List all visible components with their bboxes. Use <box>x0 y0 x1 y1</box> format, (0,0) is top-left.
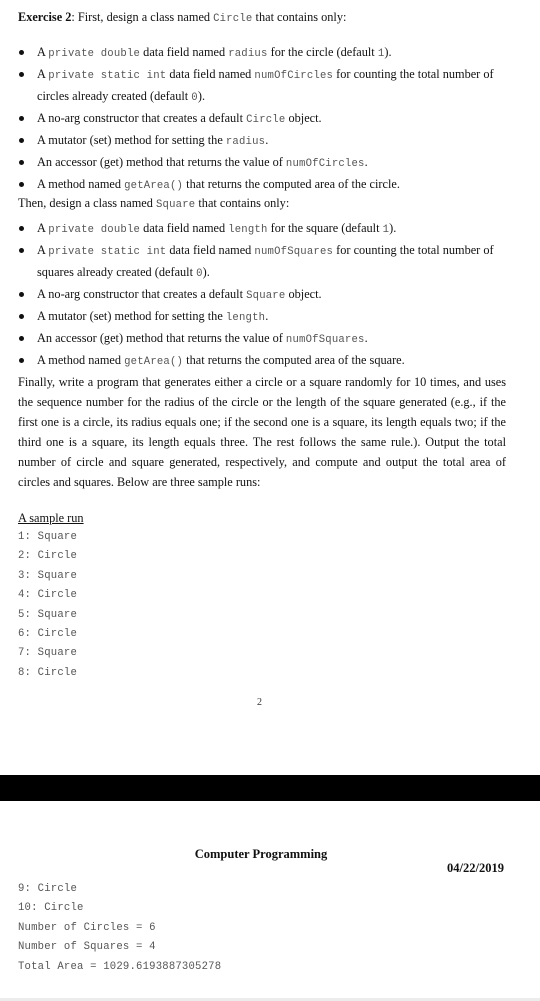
text-fragment: A <box>37 243 49 257</box>
text-fragment: object. <box>285 287 322 301</box>
output-line: 7: Square <box>18 647 78 660</box>
code-snippet: radius <box>228 48 268 60</box>
output-line: 9: Circle <box>18 883 78 895</box>
output-line: 3: Square <box>18 569 78 582</box>
requirement-item: A private static int data field named nu… <box>0 64 507 108</box>
text-fragment: An accessor (get) method that returns th… <box>37 155 286 169</box>
text-fragment: ). <box>202 265 210 279</box>
code-snippet: private static int <box>48 246 167 258</box>
requirement-item: A private double data field named length… <box>0 218 507 240</box>
page-separator <box>0 775 540 801</box>
text-fragment: . <box>265 133 269 147</box>
text-fragment: An accessor (get) method that returns th… <box>37 331 286 345</box>
output-line: 6: Circle <box>18 627 78 640</box>
requirement-item: A mutator (set) method for setting the l… <box>0 306 507 328</box>
page-header-date: 04/22/2019 <box>447 861 504 875</box>
output-line: 4: Circle <box>18 589 78 602</box>
intro-text: : First, design a class named <box>71 10 214 24</box>
output-line: Number of Circles = 6 <box>18 921 156 934</box>
exercise-heading: Exercise 2: First, design a class named … <box>18 7 506 29</box>
text-fragment: . <box>364 331 368 345</box>
output-line: Number of Squares = 4 <box>18 941 156 954</box>
text-fragment: A no-arg constructor that creates a defa… <box>37 111 247 125</box>
requirement-item: An accessor (get) method that returns th… <box>0 152 507 174</box>
code-snippet: length <box>225 312 266 324</box>
text-fragment: object. <box>285 111 322 125</box>
requirement-item: An accessor (get) method that returns th… <box>0 328 507 350</box>
requirement-item: A private static int data field named nu… <box>0 240 507 284</box>
text-fragment: A no-arg constructor that creates a defa… <box>37 287 247 301</box>
text-fragment: A <box>37 67 49 81</box>
square-intro: Then, design a class named Square that c… <box>18 193 506 215</box>
intro-text: Then, design a class named <box>18 196 156 210</box>
document-page-1: Exercise 2: First, design a class named … <box>0 0 540 775</box>
requirement-item: A no-arg constructor that creates a defa… <box>0 108 507 130</box>
text-fragment: for the square (default <box>267 221 383 235</box>
requirement-item: A method named getArea() that returns th… <box>0 350 507 372</box>
code-snippet: Circle <box>246 114 286 126</box>
code-snippet: numOfSquares <box>285 334 365 346</box>
sample-run-output-continued: 9: Circle 10: Circle Number of Circles = 6… <box>18 881 221 978</box>
text-fragment: data field named <box>140 45 229 59</box>
code-snippet: getArea() <box>124 356 184 368</box>
exercise-label: Exercise 2 <box>18 10 72 24</box>
text-fragment: . <box>265 309 269 323</box>
requirement-item: A no-arg constructor that creates a defa… <box>0 284 507 306</box>
text-fragment: A method named <box>37 177 125 191</box>
text-fragment: A mutator (set) method for setting the <box>37 309 226 323</box>
requirement-item: A mutator (set) method for setting the r… <box>0 130 507 152</box>
code-snippet: numOfCircles <box>285 158 365 170</box>
page-header-title: Computer Programming <box>194 847 328 861</box>
text-fragment: data field named <box>166 243 255 257</box>
text-fragment: A method named <box>37 353 125 367</box>
page-number: 2 <box>257 697 262 708</box>
output-line: Total Area = 1029.6193887305278 <box>18 960 222 973</box>
text-fragment: . <box>364 155 368 169</box>
output-line: 1: Square <box>18 531 78 543</box>
code-snippet: radius <box>225 136 266 148</box>
text-fragment: for the circle (default <box>267 45 378 59</box>
class-name-code: Square <box>155 199 196 211</box>
sample-run-title: A sample run <box>18 511 84 525</box>
text-fragment: ). <box>197 89 206 103</box>
code-snippet: private static int <box>48 70 167 82</box>
code-snippet: numOfCircles <box>254 70 334 82</box>
text-fragment: data field named <box>140 221 229 235</box>
code-snippet: Square <box>246 290 286 302</box>
code-snippet: getArea() <box>124 180 184 192</box>
program-description: Finally, write a program that generates … <box>18 375 506 489</box>
output-line: 10: Circle <box>18 902 84 915</box>
output-line: 8: Circle <box>18 666 78 679</box>
circle-requirements-list: A private double data field named radius… <box>0 42 520 196</box>
text-fragment: that returns the computed area of the sq… <box>183 353 405 367</box>
text-fragment: that returns the computed area of the ci… <box>183 177 400 191</box>
code-snippet: numOfSquares <box>254 246 334 258</box>
text-fragment: data field named <box>166 67 255 81</box>
square-requirements-list: A private double data field named length… <box>0 218 520 372</box>
intro-text-end: that contains only: <box>195 196 290 210</box>
output-line: 5: Square <box>18 608 78 621</box>
output-line: 2: Circle <box>18 550 78 563</box>
text-fragment: ). <box>384 45 392 59</box>
text-fragment: ). <box>389 221 397 235</box>
text-fragment: A <box>37 221 49 235</box>
sample-run-output: 1: Square 2: Circle 3: Square 4: Circle 5: S… <box>18 529 77 684</box>
code-snippet: length <box>228 224 268 236</box>
intro-text-end: that contains only: <box>252 10 347 24</box>
code-snippet: private double <box>48 224 141 236</box>
text-fragment: A mutator (set) method for setting the <box>37 133 226 147</box>
text-fragment: A <box>37 45 49 59</box>
code-snippet: private double <box>48 48 141 60</box>
class-name-code: Circle <box>213 13 253 25</box>
requirement-item: A private double data field named radius… <box>0 42 507 64</box>
document-page-2: Computer Programming 04/22/2019 9: Circl… <box>0 801 540 1001</box>
